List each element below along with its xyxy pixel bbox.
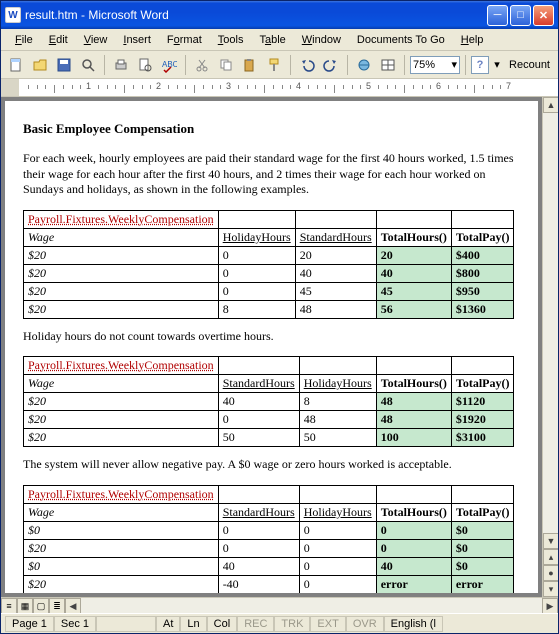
menu-file[interactable]: File: [7, 32, 41, 48]
print-button[interactable]: [110, 54, 132, 76]
status-col: Col: [207, 616, 238, 632]
cut-button[interactable]: [191, 54, 213, 76]
status-ln: Ln: [180, 616, 206, 632]
outline-view-button[interactable]: ≣: [49, 598, 65, 614]
scroll-down-button[interactable]: ▼: [543, 533, 558, 549]
doc-paragraph-3: The system will never allow negative pay…: [23, 457, 520, 473]
close-button[interactable]: ✕: [533, 5, 554, 26]
next-page-button[interactable]: ▾: [543, 581, 558, 597]
recount-button[interactable]: Recount: [505, 59, 554, 71]
menubar: File Edit View Insert Format Tools Table…: [1, 29, 558, 51]
table-2: Payroll.Fixtures.WeeklyCompensationWageS…: [23, 356, 514, 447]
status-ext: EXT: [310, 616, 345, 632]
prev-page-button[interactable]: ▴: [543, 549, 558, 565]
redo-button[interactable]: [320, 54, 342, 76]
status-sec: Sec 1: [54, 616, 96, 632]
open-button[interactable]: [29, 54, 51, 76]
menu-view[interactable]: View: [76, 32, 116, 48]
print-preview-button[interactable]: [134, 54, 156, 76]
spellcheck-button[interactable]: ABC: [158, 54, 180, 76]
tables-button[interactable]: [377, 54, 399, 76]
menu-insert[interactable]: Insert: [115, 32, 159, 48]
search-button[interactable]: [77, 54, 99, 76]
minimize-button[interactable]: ─: [487, 5, 508, 26]
maximize-button[interactable]: □: [510, 5, 531, 26]
save-button[interactable]: [53, 54, 75, 76]
paste-button[interactable]: [239, 54, 261, 76]
ruler[interactable]: 1234567: [1, 79, 558, 97]
help-button[interactable]: ?: [471, 56, 489, 74]
new-doc-button[interactable]: [5, 54, 27, 76]
print-view-button[interactable]: ▢: [33, 598, 49, 614]
menu-tools[interactable]: Tools: [210, 32, 252, 48]
menu-table[interactable]: Table: [251, 32, 293, 48]
toolbar: ABC 75%▾ ? ▾ Recount: [1, 51, 558, 79]
toolbar-options-button[interactable]: ▾: [491, 54, 503, 76]
status-at: At: [156, 616, 180, 632]
window-title: result.htm - Microsoft Word: [25, 8, 487, 22]
menu-help[interactable]: Help: [453, 32, 492, 48]
titlebar: W result.htm - Microsoft Word ─ □ ✕: [1, 1, 558, 29]
vertical-scrollbar[interactable]: ▲ ▼ ▴ ● ▾: [542, 97, 558, 597]
zoom-select[interactable]: 75%▾: [410, 56, 460, 74]
table-3: Payroll.Fixtures.WeeklyCompensationWageS…: [23, 485, 514, 593]
menu-edit[interactable]: Edit: [41, 32, 76, 48]
hyperlink-button[interactable]: [353, 54, 375, 76]
doc-heading: Basic Employee Compensation: [23, 121, 520, 137]
table-1: Payroll.Fixtures.WeeklyCompensationWageH…: [23, 210, 514, 319]
format-painter-button[interactable]: [263, 54, 285, 76]
scroll-right-button[interactable]: ▶: [542, 598, 558, 614]
doc-paragraph-1: For each week, hourly employees are paid…: [23, 151, 520, 198]
document-area: Basic Employee Compensation For each wee…: [1, 97, 558, 597]
menu-format[interactable]: Format: [159, 32, 210, 48]
statusbar: Page 1 Sec 1 At Ln Col REC TRK EXT OVR E…: [1, 613, 558, 633]
web-view-button[interactable]: ▦: [17, 598, 33, 614]
undo-button[interactable]: [296, 54, 318, 76]
menu-window[interactable]: Window: [294, 32, 349, 48]
status-lang: English (l: [384, 616, 443, 632]
browse-object-button[interactable]: ●: [543, 565, 558, 581]
status-trk: TRK: [274, 616, 310, 632]
normal-view-button[interactable]: ≡: [1, 598, 17, 614]
word-icon: W: [5, 7, 21, 23]
doc-paragraph-2: Holiday hours do not count towards overt…: [23, 329, 520, 345]
menu-docs-to-go[interactable]: Documents To Go: [349, 32, 453, 48]
scroll-up-button[interactable]: ▲: [543, 97, 558, 113]
scroll-left-button[interactable]: ◀: [65, 598, 81, 614]
status-rec: REC: [237, 616, 274, 632]
hscroll-track[interactable]: [81, 598, 542, 613]
app-window: W result.htm - Microsoft Word ─ □ ✕ File…: [0, 0, 559, 634]
status-page: Page 1: [5, 616, 54, 632]
copy-button[interactable]: [215, 54, 237, 76]
document-page: Basic Employee Compensation For each wee…: [5, 101, 538, 593]
horizontal-scrollbar-row: ≡ ▦ ▢ ≣ ◀ ▶: [1, 597, 558, 613]
status-ovr: OVR: [346, 616, 384, 632]
